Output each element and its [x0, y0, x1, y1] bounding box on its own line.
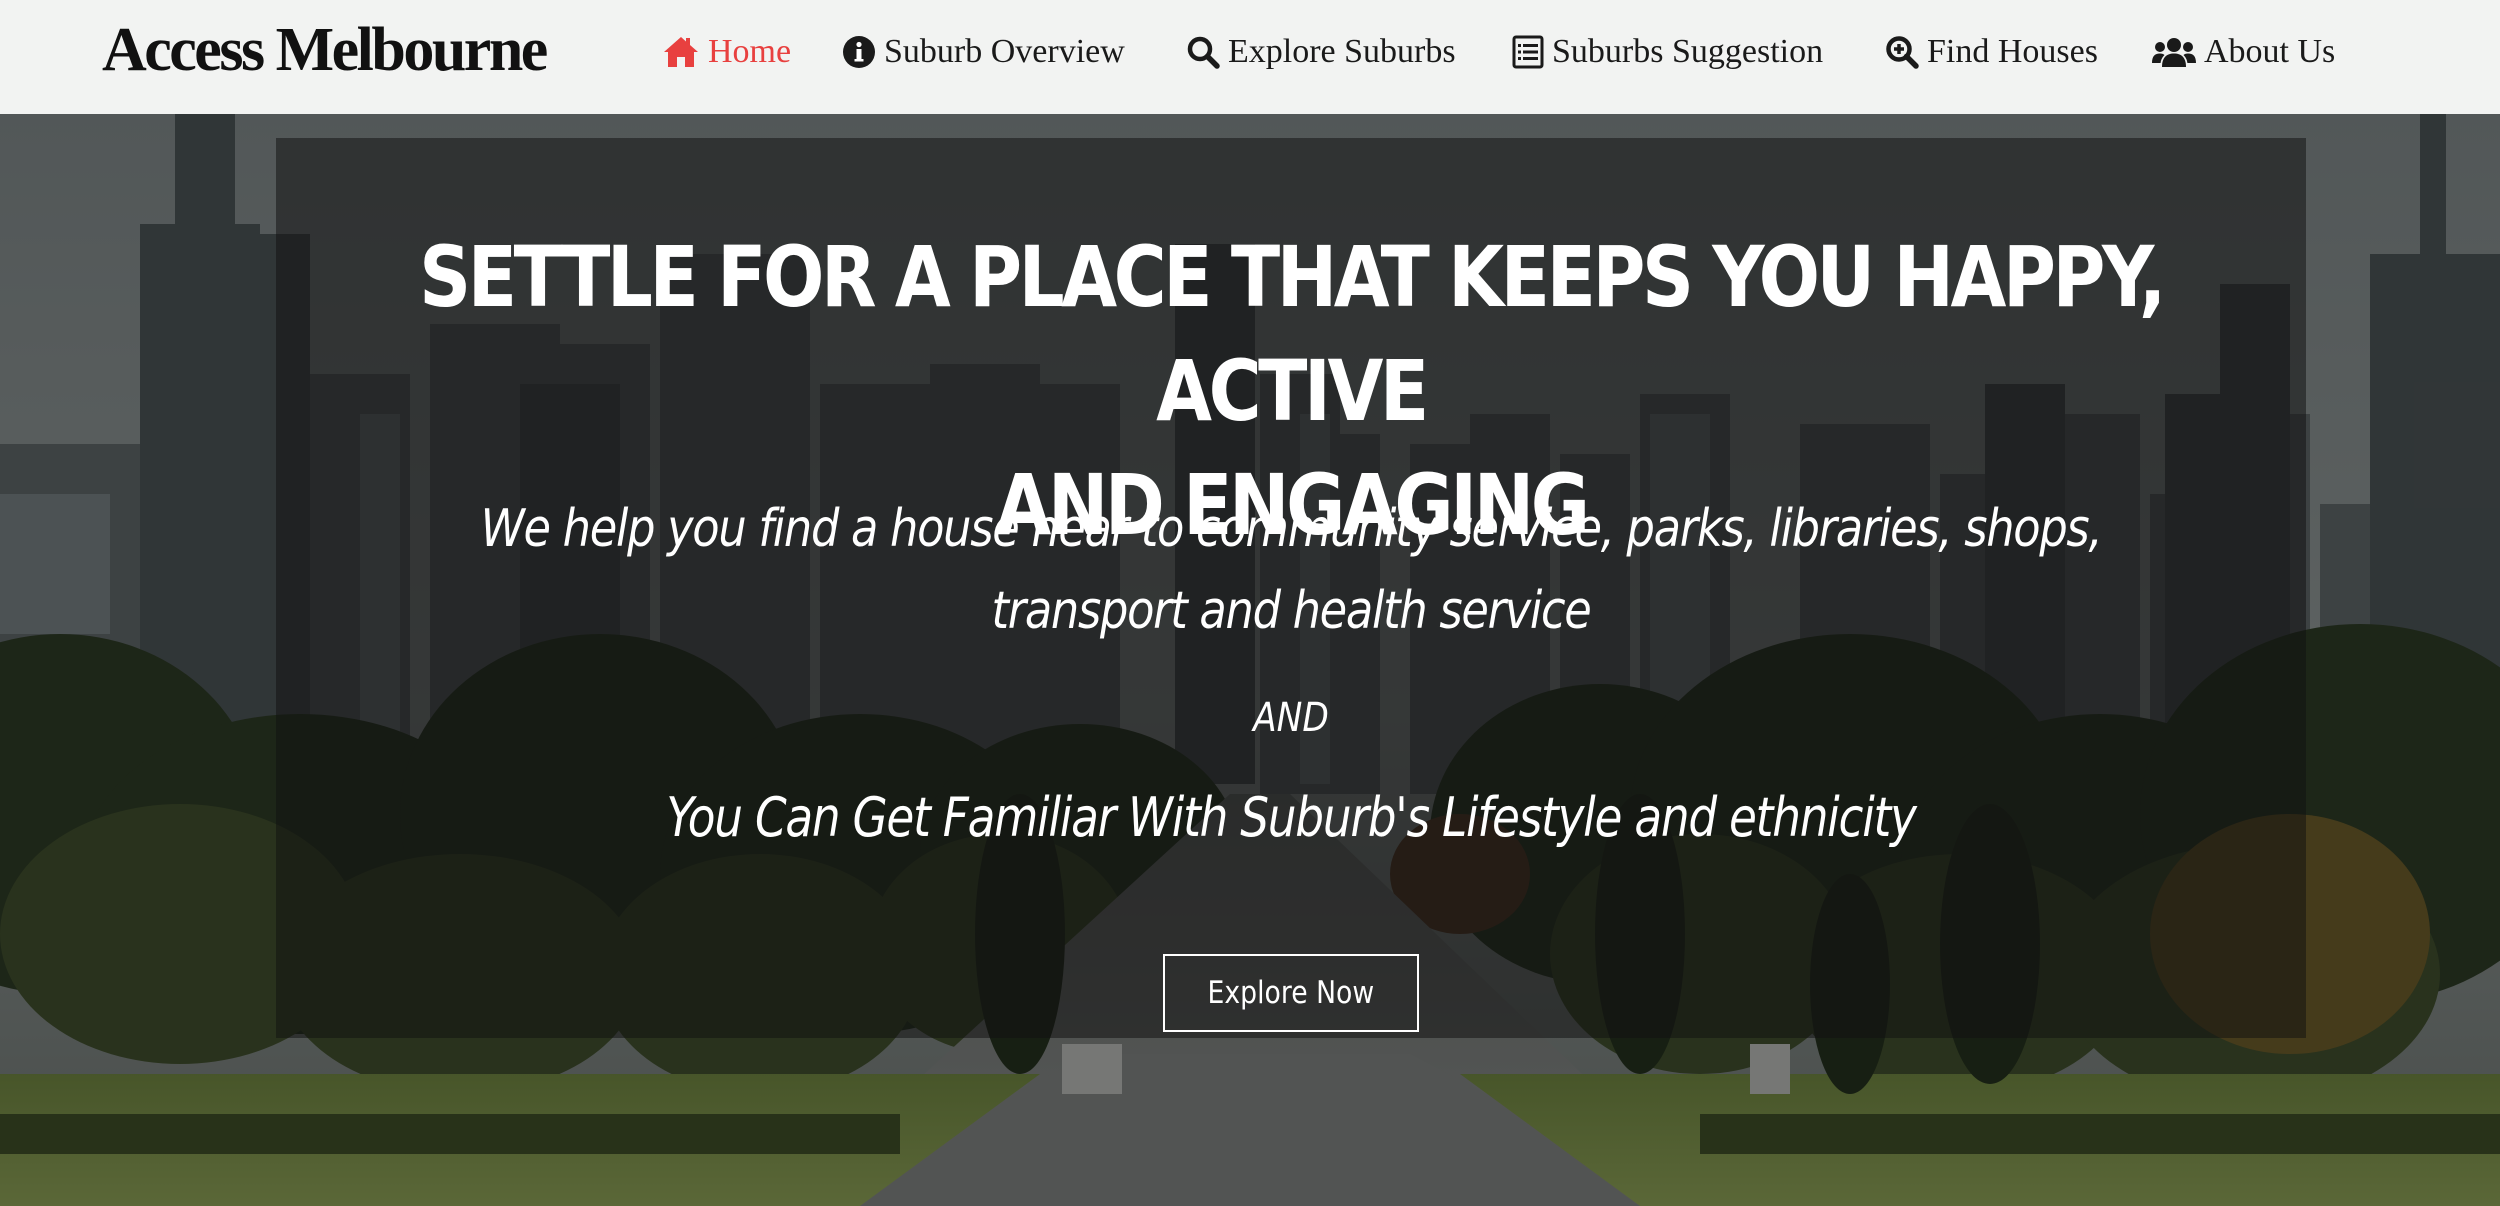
search-icon: [1187, 36, 1220, 69]
search-plus-icon: [1886, 36, 1919, 69]
nav-item-explore-suburbs[interactable]: Explore Suburbs: [1186, 26, 1456, 78]
nav-item-label: Suburbs Suggestion: [1552, 33, 1824, 70]
hero-and: AND: [1253, 695, 1329, 741]
nav-item-label: About Us: [2204, 33, 2336, 70]
nav-item-label: Home: [708, 33, 792, 70]
nav-item-home[interactable]: Home: [662, 26, 791, 78]
hero-subline-line1: We help you find a house near to communi…: [480, 499, 2103, 559]
hero-subline: We help you find a house near to communi…: [418, 488, 2164, 652]
nav-item-find-houses[interactable]: Find Houses: [1885, 26, 2098, 78]
explore-now-button[interactable]: Explore Now: [1163, 954, 1419, 1032]
users-icon: [2152, 38, 2196, 67]
hero-familiar-line: You Can Get Familiar With Suburb's Lifes…: [666, 786, 1917, 849]
nav-item-about-us[interactable]: About Us: [2152, 26, 2335, 78]
navbar: Access Melbourne Home Suburb Overview Ex…: [0, 0, 2500, 114]
hero-subline-line2: transport and health service: [991, 581, 1591, 641]
hero-panel: SETTLE FOR A PLACE THAT KEEPS YOU HAPPY,…: [276, 138, 2306, 1038]
nav-item-suburbs-suggestion[interactable]: Suburbs Suggestion: [1512, 26, 1823, 78]
nav-item-label: Suburb Overview: [884, 33, 1125, 70]
nav-item-suburb-overview[interactable]: Suburb Overview: [842, 26, 1125, 78]
hero-headline-line1: SETTLE FOR A PLACE THAT KEEPS YOU HAPPY,…: [419, 228, 2166, 440]
nav-item-label: Explore Suburbs: [1228, 33, 1456, 70]
info-circle-icon: [843, 36, 875, 68]
list-alt-icon: [1512, 35, 1544, 69]
home-icon: [664, 37, 698, 67]
explore-now-label: Explore Now: [1207, 975, 1375, 1011]
brand-logo[interactable]: Access Melbourne: [102, 10, 548, 90]
nav-item-label: Find Houses: [1927, 33, 2098, 70]
